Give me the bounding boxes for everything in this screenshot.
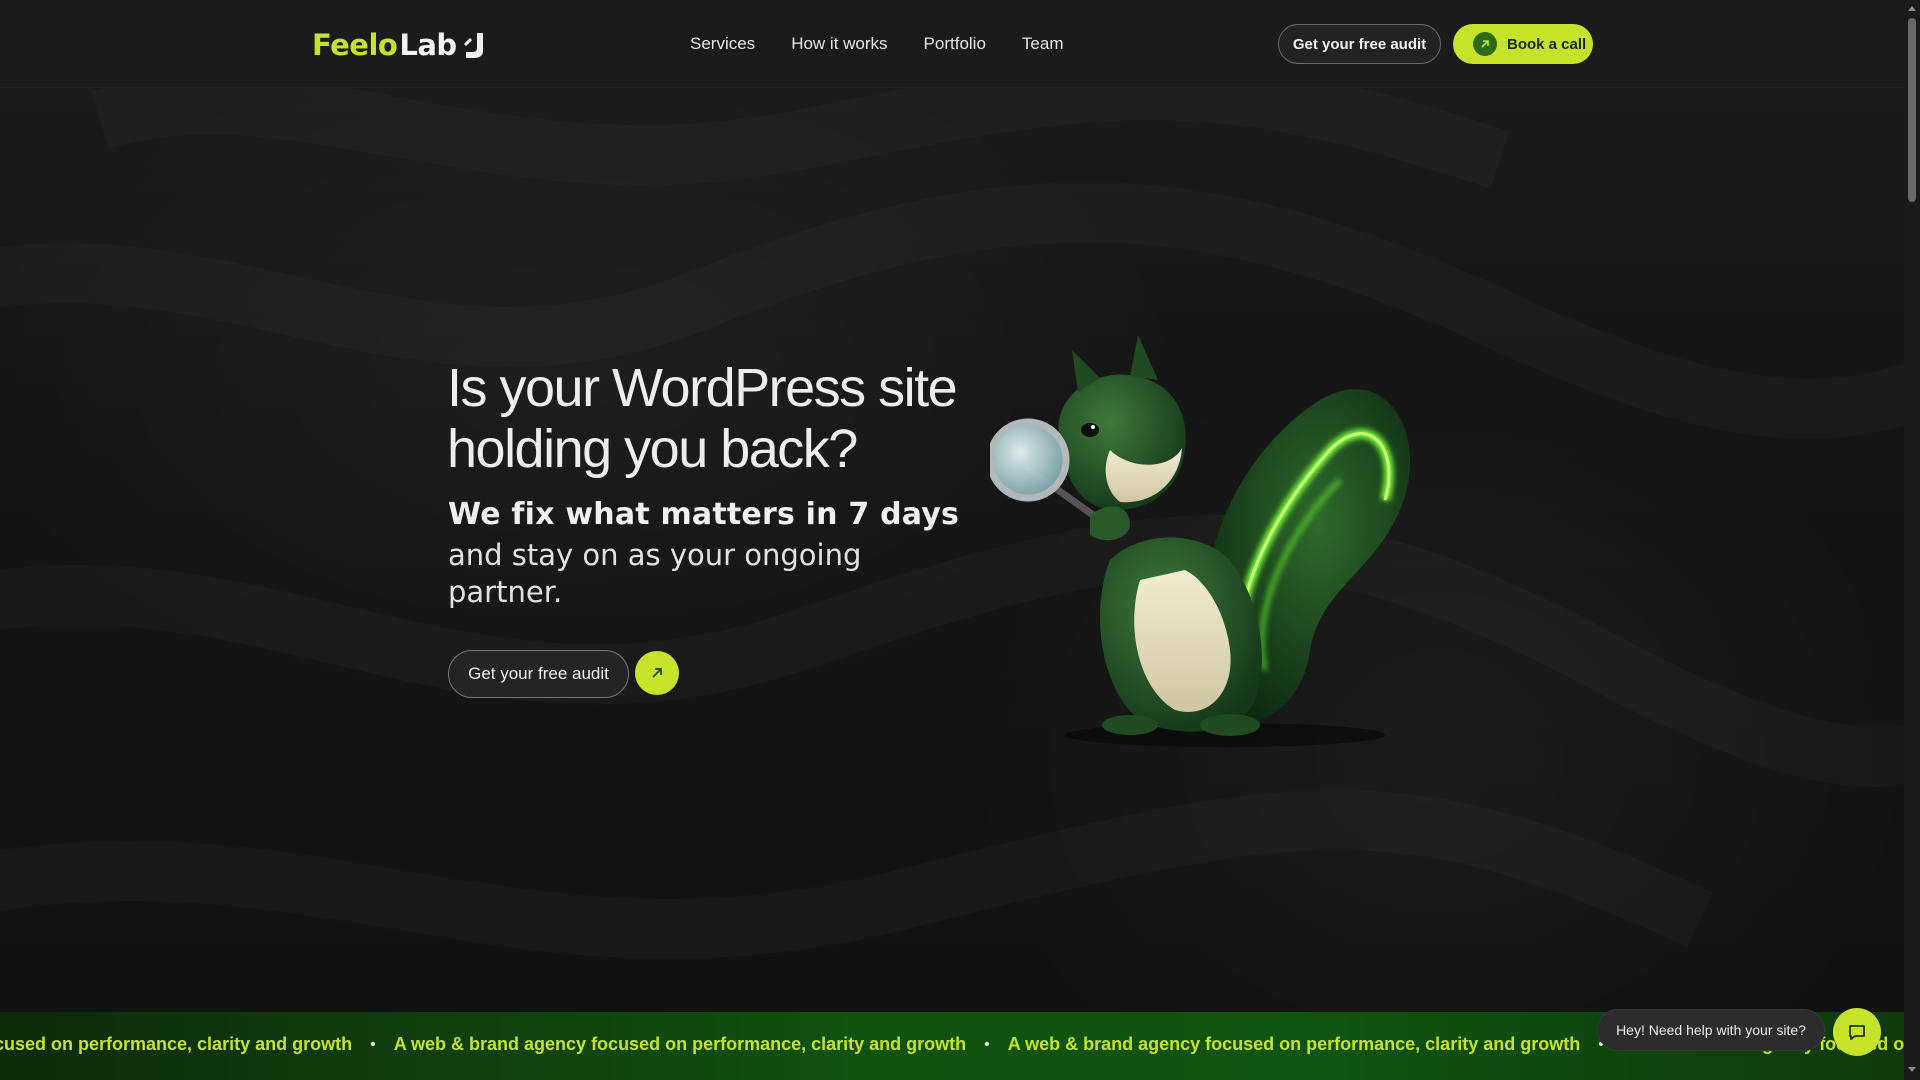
marquee-separator: • [370,1035,376,1053]
nav-item-team[interactable]: Team [1022,34,1064,54]
marquee-item: ocused on performance, clarity and growt… [0,1034,353,1054]
nav-item-services[interactable]: Services [690,34,755,54]
arrow-up-right-icon [1473,32,1497,56]
page: Feelo Lab Services How it works Portfolio… [0,0,1920,1080]
hero-title: Is your WordPress site holding you back? [447,358,958,479]
book-call-label: Book a call [1507,35,1587,53]
scrollbar-thumb[interactable] [1908,18,1916,202]
site-header: Feelo Lab Services How it works Portfolio… [0,0,1904,88]
marquee-item: A web & brand agency focused on performa… [1007,1034,1581,1054]
logo-text-feelo: Feelo [312,28,398,62]
scroll-down-icon[interactable] [1908,1066,1916,1074]
chat-bubble-icon [1849,1025,1865,1040]
book-call-button[interactable]: Book a call [1453,24,1593,64]
header-audit-button[interactable]: Get your free audit [1278,24,1441,64]
main-nav: Services How it works Portfolio Team [690,30,1064,58]
arrow-up-right-icon [652,668,662,678]
marquee-item: A web & brand agency focused on performa… [393,1034,967,1054]
logo-text-lab: Lab [399,28,457,62]
background-waves [0,0,1904,1080]
nav-item-how-it-works[interactable]: How it works [791,34,887,54]
hero-subtitle-bold: We fix what matters in 7 days [448,497,960,532]
hero-arrow-button[interactable] [635,651,679,695]
page-scrollbar[interactable] [1904,0,1920,1080]
hero-subtitle: and stay on as your ongoing partner. [448,538,862,609]
squirrel-illustration [990,335,1411,747]
logo-mark-icon [463,33,483,58]
scroll-up-icon[interactable] [1908,4,1916,12]
chat-prompt-bubble[interactable]: Hey! Need help with your site? [1597,1009,1825,1051]
chat-open-button[interactable] [1833,1008,1881,1056]
nav-item-portfolio[interactable]: Portfolio [924,34,986,54]
hero-audit-button[interactable]: Get your free audit [448,650,629,698]
logo[interactable]: Feelo Lab [312,28,485,62]
marquee-separator: • [984,1035,990,1053]
